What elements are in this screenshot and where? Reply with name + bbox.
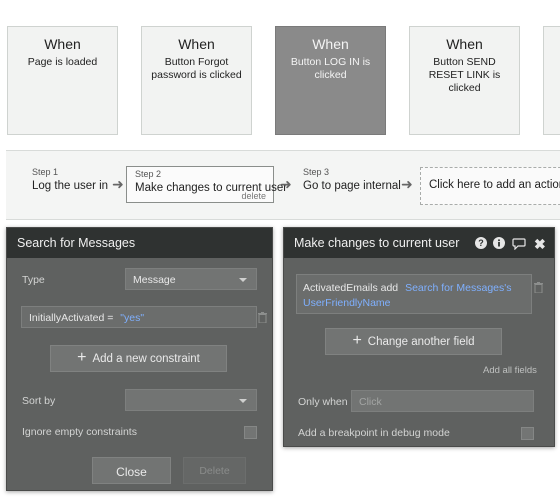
only-when-placeholder: Click [359,396,382,408]
change-another-field-button[interactable]: + Change another field [325,328,502,355]
field-change-key: ActivatedEmails add [303,282,399,294]
arrow-right-icon: ➜ [280,176,292,192]
step-label: Go to page internal [303,180,401,192]
event-when-label: When [178,36,215,52]
constraint-value[interactable]: "yes" [120,312,144,324]
search-panel-title: Search for Messages [7,228,272,258]
chevron-down-icon [239,399,247,403]
chevron-down-icon [239,278,247,282]
constraint-row[interactable]: InitiallyActivated = "yes" [21,306,257,328]
help-icon[interactable]: ? [475,237,487,252]
type-select[interactable]: Message [125,268,257,290]
add-constraint-button[interactable]: + Add a new constraint [50,345,227,372]
constraint-key: InitiallyActivated = [29,312,114,324]
arrow-right-icon: ➜ [112,176,124,192]
event-card-log-in[interactable]: When Button LOG IN is clicked [275,26,386,135]
breakpoint-checkbox[interactable] [521,427,534,440]
event-when-label: When [446,36,483,52]
step-delete-link[interactable]: delete [241,191,266,201]
make-changes-panel: Make changes to current user ? ✖ Activat… [283,227,555,447]
only-when-label: Only when [298,396,348,408]
event-card-forgot-password[interactable]: When Button Forgot password is clicked [141,26,252,135]
event-when-label: When [312,36,349,52]
type-label: Type [22,274,45,286]
sort-by-select[interactable] [125,389,257,411]
close-icon[interactable]: ✖ [534,236,546,253]
add-action-button[interactable]: Click here to add an action... [420,167,560,205]
change-another-label: Change another field [367,336,475,348]
step-number: Step 1 [32,167,59,177]
step-label: Log the user in [32,180,109,192]
trash-icon[interactable] [258,312,267,323]
step-number: Step 3 [303,167,330,177]
type-select-value: Message [133,274,176,286]
ignore-empty-label: Ignore empty constraints [22,426,137,438]
event-description: Button SEND RESET LINK is clicked [428,56,501,94]
event-description: Page is loaded [27,56,98,68]
event-description: Button Forgot password is clicked [151,56,242,81]
step-3[interactable]: Step 3 Go to page internal [303,167,401,205]
only-when-input[interactable]: Click [351,390,534,412]
step-1[interactable]: Step 1 Log the user in [32,167,108,205]
plus-icon: + [352,332,362,349]
trash-icon[interactable] [534,282,543,293]
arrow-right-icon: ➜ [401,176,413,192]
ignore-empty-checkbox[interactable] [244,426,257,439]
step-2[interactable]: Step 2 Make changes to current user dele… [126,166,287,203]
comment-icon[interactable] [512,238,526,253]
field-change-value-2[interactable]: UserFriendlyName [303,297,391,309]
add-all-fields-link[interactable]: Add all fields [483,365,537,376]
svg-text:?: ? [478,238,484,248]
field-change-value-1[interactable]: Search for Messages's [405,282,511,294]
field-change-row[interactable]: ActivatedEmails add Search for Messages'… [296,274,532,314]
event-card-page-loaded[interactable]: When Page is loaded [7,26,118,135]
sort-by-label: Sort by [22,395,56,407]
plus-icon: + [77,349,87,366]
panel-title-text: Make changes to current user [294,236,460,250]
workflow-steps-bar: Step 1 Log the user in ➜ Step 2 Make cha… [6,150,560,220]
add-constraint-label: Add a new constraint [92,353,200,365]
close-button[interactable]: Close [92,457,171,484]
step-number: Step 2 [135,169,162,179]
event-card-partial[interactable] [543,26,560,135]
info-icon[interactable] [493,237,505,252]
event-card-send-reset-link[interactable]: When Button SEND RESET LINK is clicked [409,26,520,135]
delete-button[interactable]: Delete [183,457,246,484]
event-cards-row: When Page is loaded When Button Forgot p… [0,0,560,150]
search-panel: Search for Messages Type Message Initial… [6,227,273,491]
event-when-label: When [44,36,81,52]
event-description: Button LOG IN is clicked [290,56,371,81]
breakpoint-label: Add a breakpoint in debug mode [298,427,450,439]
make-changes-panel-title: Make changes to current user ? ✖ [284,228,554,258]
